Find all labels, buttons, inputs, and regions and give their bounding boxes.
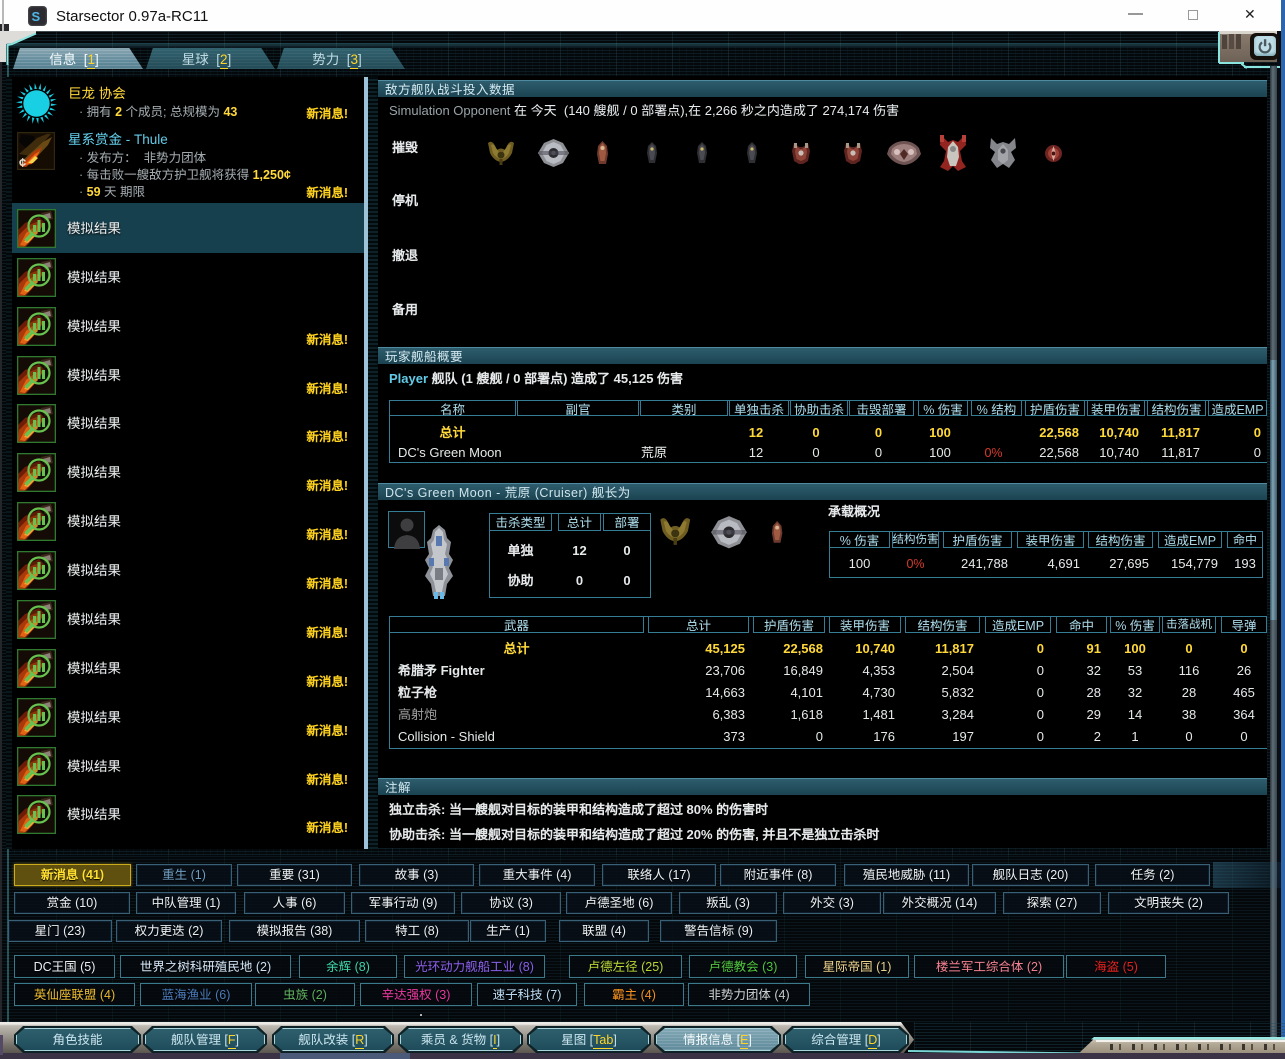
svg-text:¢: ¢: [19, 155, 26, 170]
